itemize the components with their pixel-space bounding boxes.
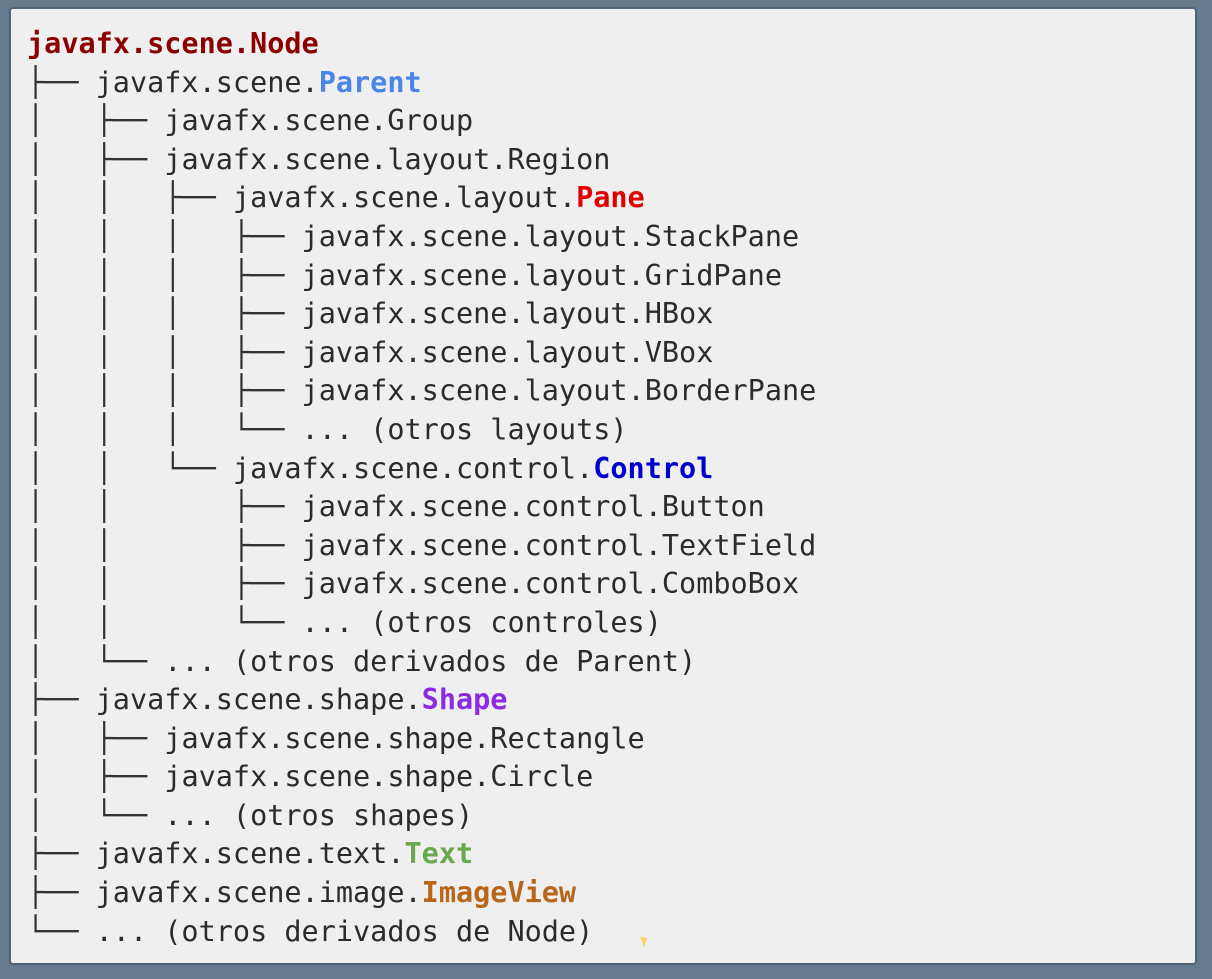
tree-node: │ │ │ ├── javafx.scene.layout.HBox [27,295,816,334]
tree-node: │ └── ... (otros derivados de Parent) [27,643,816,682]
class-package-name: javafx.scene.control. [232,451,594,485]
class-package-name: javafx.scene.layout.BorderPane [301,374,817,408]
class-package-name: ... (otros shapes) [164,798,474,832]
tree-branch-connector: ├── [27,65,96,99]
class-highlighted-name: Parent [318,65,422,99]
tree-node: ├── javafx.scene.shape.Shape [27,681,816,720]
tree-branch-connector: │ │ └── [27,605,302,639]
tree-branch-connector: │ └── [27,798,165,832]
tree-node: ├── javafx.scene.Parent [27,64,816,103]
tree-node: javafx.scene.Node [27,25,816,64]
tree-branch-connector: │ ├── [27,142,165,176]
tree-branch-connector: └── [27,914,96,948]
tree-node: │ │ │ └── ... (otros layouts) [27,411,816,450]
class-highlighted-name: javafx.scene.Node [27,27,319,60]
tree-branch-connector: │ │ ├── [27,567,302,601]
tree-branch-connector: │ │ │ ├── [27,374,302,408]
class-package-name: javafx.scene.layout.Region [164,142,611,176]
class-package-name: javafx.scene.layout.GridPane [301,258,782,292]
tree-branch-connector: │ │ │ └── [27,412,302,446]
class-package-name: javafx.scene.layout. [232,181,577,215]
tree-branch-connector: │ │ ├── [27,490,302,524]
class-package-name: javafx.scene.Group [164,104,474,138]
class-package-name: ... (otros controles) [301,605,662,639]
tree-branch-connector: │ ├── [27,104,165,138]
tree-node: │ │ ├── javafx.scene.control.Button [27,488,816,527]
class-package-name: javafx.scene.image. [95,876,422,910]
tree-node: └── ... (otros derivados de Node) [27,913,816,952]
class-package-name: javafx.scene.control.ComboBox [301,567,800,601]
tree-node: │ │ ├── javafx.scene.control.TextField [27,527,816,566]
class-highlighted-name: ImageView [421,876,577,910]
class-package-name: javafx.scene. [95,65,319,99]
tree-node: │ │ │ ├── javafx.scene.layout.BorderPane [27,372,816,411]
tree-branch-connector: ├── [27,876,96,910]
tree-node: │ ├── javafx.scene.layout.Region [27,141,816,180]
class-package-name: javafx.scene.layout.HBox [301,297,714,331]
tree-node: │ │ │ ├── javafx.scene.layout.GridPane [27,257,816,296]
tree-branch-connector: │ │ └── [27,451,233,485]
tree-node: ├── javafx.scene.text.Text [27,835,816,874]
tree-node: │ │ │ ├── javafx.scene.layout.VBox [27,334,816,373]
class-package-name: javafx.scene.shape. [95,683,422,717]
tree-branch-connector: │ │ ├── [27,181,233,215]
tree-branch-connector: │ │ │ ├── [27,335,302,369]
tree-node: │ ├── javafx.scene.Group [27,102,816,141]
tree-node: │ ├── javafx.scene.shape.Rectangle [27,720,816,759]
class-package-name: ... (otros derivados de Node) [95,914,594,948]
tree-node: │ │ └── ... (otros controles) [27,604,816,643]
class-package-name: javafx.scene.shape.Rectangle [164,721,645,755]
class-highlighted-name: Shape [421,683,508,717]
tree-node: │ │ └── javafx.scene.control.Control [27,450,816,489]
tree-node: │ │ ├── javafx.scene.control.ComboBox [27,565,816,604]
tree-branch-connector: │ └── [27,644,165,678]
class-package-name: ... (otros layouts) [301,412,628,446]
tree-branch-connector: │ │ │ ├── [27,258,302,292]
tree-node: │ ├── javafx.scene.shape.Circle [27,758,816,797]
class-package-name: javafx.scene.layout.StackPane [301,219,800,253]
class-highlighted-name: Control [593,451,714,485]
tree-branch-connector: │ │ │ ├── [27,219,302,253]
class-highlighted-name: Text [404,837,474,871]
class-package-name: javafx.scene.text. [95,837,405,871]
class-hierarchy-tree: javafx.scene.Node ├── javafx.scene.Parent… [27,25,816,951]
tree-node: ├── javafx.scene.image.ImageView [27,874,816,913]
class-highlighted-name: Pane [576,181,645,215]
tree-branch-connector: │ ├── [27,721,165,755]
tree-branch-connector: │ ├── [27,760,165,794]
class-package-name: javafx.scene.control.TextField [301,528,817,562]
class-package-name: javafx.scene.control.Button [301,490,765,524]
diagram-frame: javafx.scene.Node ├── javafx.scene.Parent… [9,7,1197,965]
tree-branch-connector: ├── [27,683,96,717]
tree-branch-connector: ├── [27,837,96,871]
tree-node: │ └── ... (otros shapes) [27,797,816,836]
tree-branch-connector: │ │ ├── [27,528,302,562]
tree-branch-connector: │ │ │ ├── [27,297,302,331]
tree-node: │ │ │ ├── javafx.scene.layout.StackPane [27,218,816,257]
class-package-name: javafx.scene.layout.VBox [301,335,714,369]
class-package-name: javafx.scene.shape.Circle [164,760,594,794]
class-package-name: ... (otros derivados de Parent) [164,644,697,678]
tree-node: │ │ ├── javafx.scene.layout.Pane [27,179,816,218]
